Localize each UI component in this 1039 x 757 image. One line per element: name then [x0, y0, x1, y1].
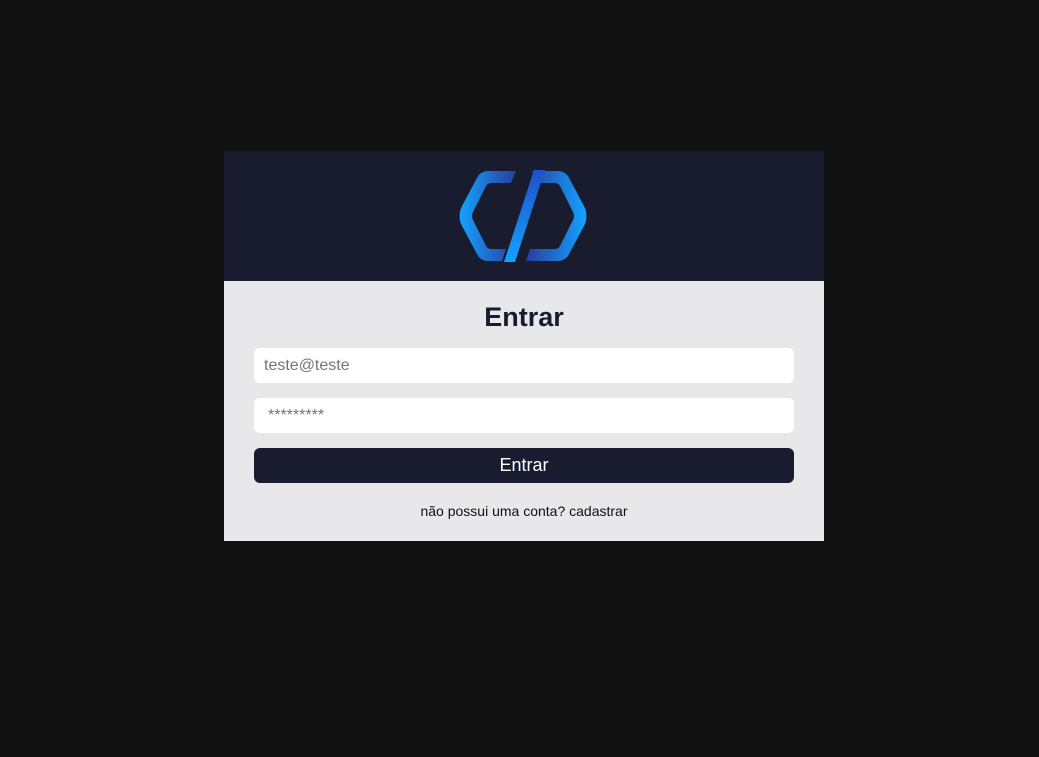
- password-field[interactable]: [254, 398, 794, 433]
- login-button[interactable]: Entrar: [254, 448, 794, 483]
- login-card: Entrar Entrar não possui uma conta? cada…: [224, 151, 824, 541]
- signup-link[interactable]: cadastrar: [569, 503, 627, 519]
- page-title: Entrar: [484, 302, 564, 332]
- email-field[interactable]: [254, 348, 794, 383]
- signup-prompt: não possui uma conta? cadastrar: [254, 503, 794, 519]
- signup-prompt-text: não possui uma conta?: [420, 503, 566, 519]
- code-slash-logo-icon: [458, 170, 590, 262]
- card-body: Entrar Entrar não possui uma conta? cada…: [224, 281, 824, 519]
- card-header: [224, 151, 824, 281]
